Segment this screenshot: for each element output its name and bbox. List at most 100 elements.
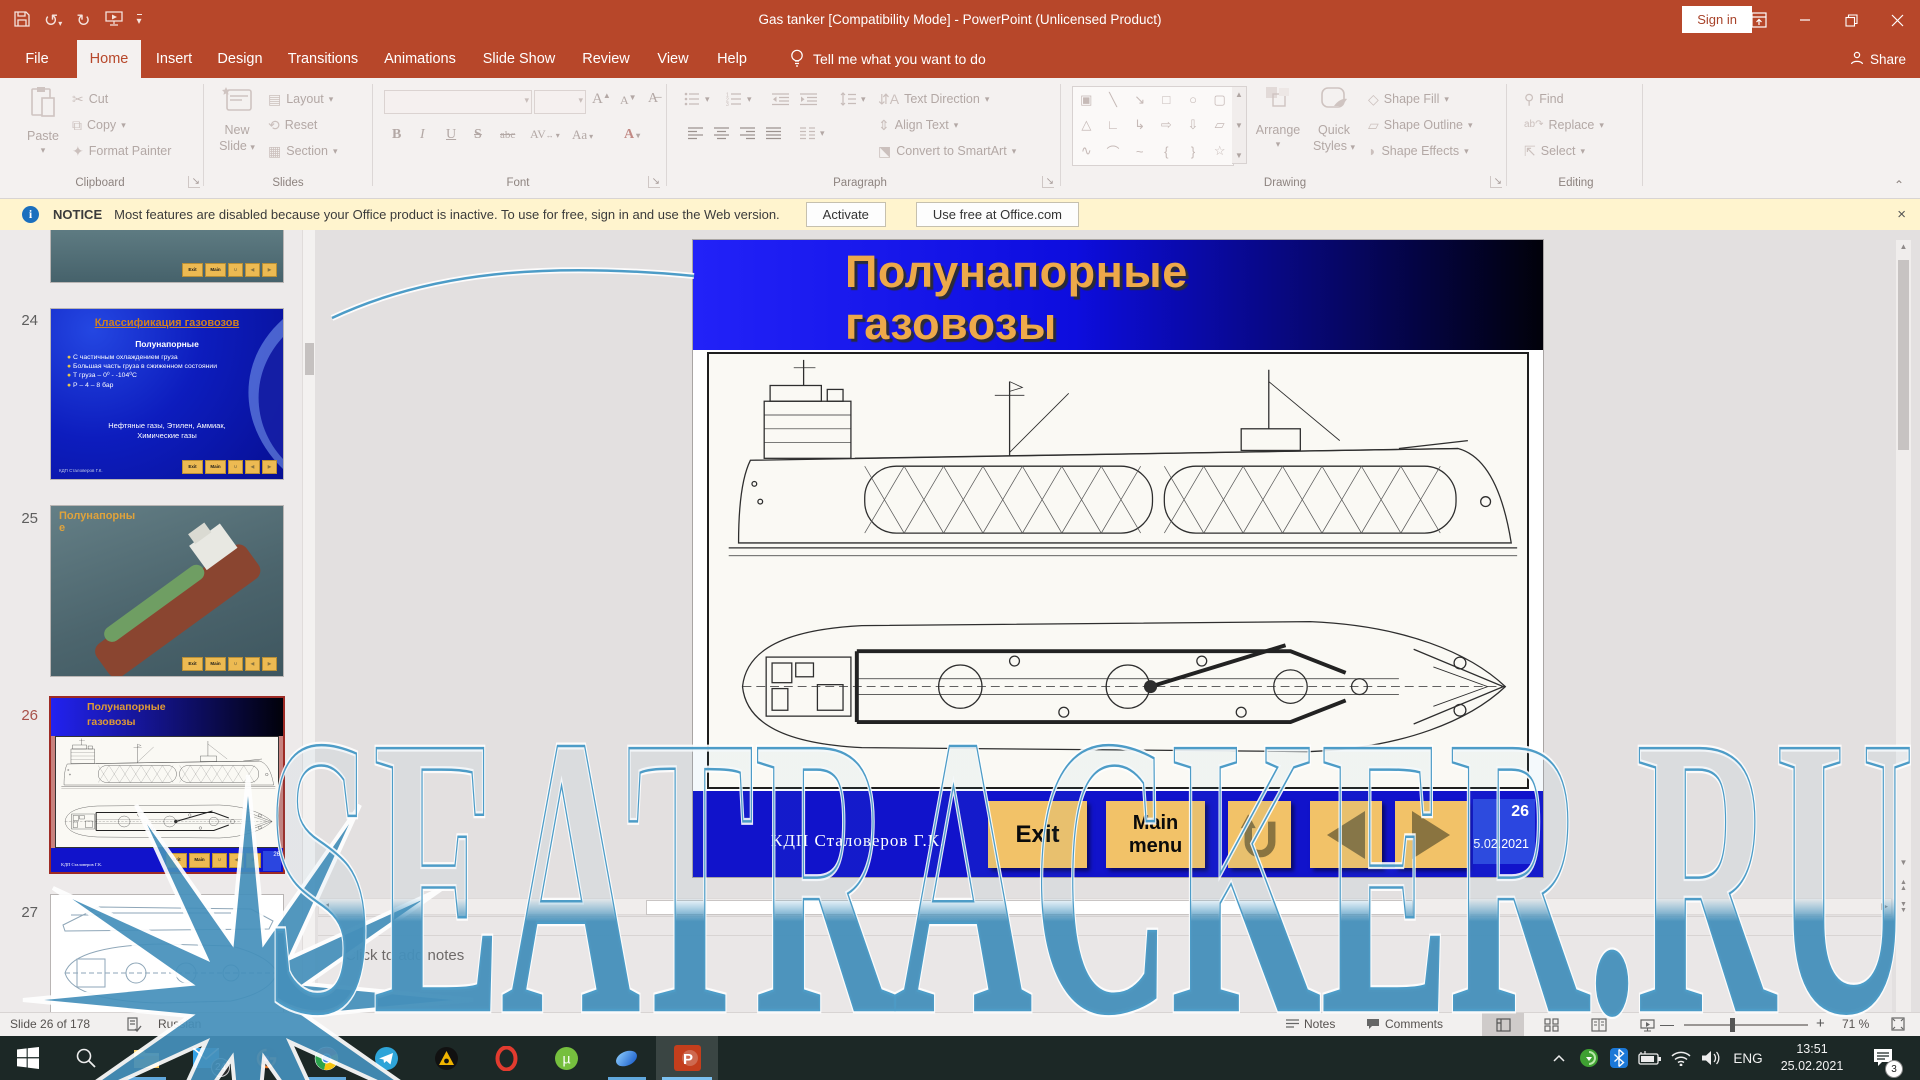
paste-button[interactable]: Paste ▾	[16, 86, 70, 156]
scroll-down-icon[interactable]: ▼	[1896, 858, 1911, 867]
format-painter-button[interactable]: ✦Format Painter	[72, 144, 171, 158]
section-button[interactable]: ▦Section▾	[268, 144, 337, 158]
undo-icon[interactable]: ↺▾	[44, 12, 62, 29]
columns-button[interactable]: ▾	[800, 127, 825, 140]
dark-browser-icon[interactable]	[238, 1036, 294, 1080]
bold-button[interactable]: B	[392, 127, 401, 143]
comments-toggle[interactable]: Comments	[1366, 1017, 1443, 1031]
activate-button[interactable]: Activate	[806, 202, 886, 227]
font-dialog-launcher[interactable]: ↘	[648, 176, 660, 188]
shape-fill-button[interactable]: ◇Shape Fill▾	[1368, 92, 1449, 106]
thumbnail-slide-25[interactable]: Полунапорные Exit Main ∪ ◀ ▶	[51, 506, 283, 676]
tab-design[interactable]: Design	[207, 40, 273, 78]
wifi-tray-icon[interactable]	[1666, 1036, 1696, 1080]
change-case-button[interactable]: Aa ▾	[572, 127, 593, 143]
language-tray-indicator[interactable]: ENG	[1728, 1036, 1768, 1080]
next-slide-button[interactable]	[1395, 801, 1467, 868]
tab-insert[interactable]: Insert	[145, 40, 203, 78]
paragraph-dialog-launcher[interactable]: ↘	[1042, 176, 1054, 188]
oval-shape-icon[interactable]: ○	[1189, 92, 1197, 107]
rectangle-shape-icon[interactable]: □	[1162, 92, 1170, 107]
quick-styles-button[interactable]: Quick Styles ▾	[1306, 86, 1362, 154]
select-button[interactable]: ⇱Select▾	[1524, 144, 1585, 158]
underline-button[interactable]: U	[446, 127, 456, 143]
zoom-slider-track[interactable]	[1684, 1024, 1808, 1026]
elbow-arrow-shape-icon[interactable]: ↳	[1134, 117, 1145, 133]
cut-button[interactable]: ✂Cut	[72, 92, 108, 106]
use-free-office-button[interactable]: Use free at Office.com	[916, 202, 1079, 227]
notes-pane[interactable]: Click to add notes	[318, 916, 1892, 1013]
zoom-out-button[interactable]: —	[1660, 1016, 1674, 1032]
reading-view-button[interactable]	[1578, 1013, 1620, 1036]
arc-shape-icon[interactable]: ⌒	[1106, 142, 1119, 161]
drawing-dialog-launcher[interactable]: ↘	[1490, 176, 1502, 188]
find-button[interactable]: ⚲Find	[1524, 92, 1564, 106]
increase-indent-button[interactable]	[800, 92, 817, 106]
left-brace-shape-icon[interactable]: {	[1164, 144, 1168, 159]
grow-font-button[interactable]: A▲	[592, 91, 611, 108]
customize-qat-icon[interactable]: ▾	[137, 14, 142, 27]
notes-toggle[interactable]: Notes	[1286, 1017, 1335, 1031]
shape-gallery-scrollbar[interactable]: ▲▼▼	[1232, 86, 1247, 164]
telegram-icon[interactable]	[358, 1036, 414, 1080]
clear-formatting-button[interactable]: A̶	[648, 91, 658, 107]
thumbnail-slide-24[interactable]: Классификация газовозов Полунапорные ● С…	[51, 309, 283, 479]
tab-home[interactable]: Home	[77, 40, 141, 78]
tab-view[interactable]: View	[645, 40, 701, 78]
line-shape-icon[interactable]: ╲	[1109, 92, 1117, 108]
next-slide-scroll-button[interactable]: ▼▼	[1896, 902, 1911, 913]
bullets-button[interactable]: ▾	[684, 92, 710, 106]
language-indicator[interactable]: Russian	[158, 1017, 201, 1031]
font-size-combo[interactable]: ▾	[534, 90, 586, 114]
tab-review[interactable]: Review	[571, 40, 641, 78]
close-button[interactable]	[1874, 0, 1920, 40]
action-center-icon[interactable]: 3	[1858, 1036, 1908, 1080]
thumbnail-panel-scrollbar[interactable]	[302, 230, 316, 1012]
clipboard-dialog-launcher[interactable]: ↘	[188, 176, 200, 188]
textbox-shape-icon[interactable]: ▣	[1080, 92, 1092, 108]
align-text-button[interactable]: ⇕Align Text▾	[878, 118, 958, 132]
scribble-shape-icon[interactable]: ∿	[1081, 143, 1092, 159]
fit-slide-to-window-button[interactable]	[1890, 1016, 1906, 1035]
arrow-shape-icon[interactable]: ↘	[1134, 92, 1145, 108]
tab-animations[interactable]: Animations	[373, 40, 467, 78]
justify-button[interactable]	[766, 127, 781, 140]
subscript-abc-button[interactable]: abc	[500, 129, 515, 141]
volume-tray-icon[interactable]	[1696, 1036, 1726, 1080]
reset-button[interactable]: ⟲Reset	[268, 118, 317, 132]
line-spacing-button[interactable]: ▾	[840, 92, 866, 106]
replace-button[interactable]: ab↷Replace▾	[1524, 118, 1604, 132]
spell-check-icon[interactable]	[126, 1016, 142, 1035]
right-brace-shape-icon[interactable]: }	[1191, 144, 1195, 159]
bluetooth-tray-icon[interactable]	[1604, 1036, 1634, 1080]
scroll-right-icon[interactable]: ▶	[1881, 899, 1888, 914]
tab-slide-show[interactable]: Slide Show	[471, 40, 567, 78]
align-center-button[interactable]	[714, 127, 729, 140]
slide-number-box[interactable]: 26 5.02.2021	[1473, 799, 1535, 864]
tab-help[interactable]: Help	[705, 40, 759, 78]
zoom-slider-thumb[interactable]	[1730, 1018, 1735, 1032]
shape-effects-button[interactable]: ◗Shape Effects▾	[1368, 144, 1469, 158]
restore-button[interactable]	[1828, 0, 1874, 40]
main-menu-button[interactable]: Mainmenu	[1106, 801, 1205, 868]
text-direction-button[interactable]: ⇵AText Direction▾	[878, 92, 989, 106]
horizontal-scrollbar-thumb[interactable]	[646, 900, 1413, 915]
align-right-button[interactable]	[740, 127, 755, 140]
shape-outline-button[interactable]: ▱Shape Outline▾	[1368, 118, 1473, 132]
opera-icon[interactable]	[478, 1036, 534, 1080]
previous-slide-button[interactable]	[1310, 801, 1382, 868]
right-arrow-shape-icon[interactable]: ⇨	[1161, 117, 1172, 133]
notice-close-icon[interactable]: ×	[1897, 206, 1906, 223]
share-button[interactable]: Share	[1850, 40, 1906, 78]
zoom-in-button[interactable]: +	[1816, 1015, 1825, 1032]
slide-canvas[interactable]: Полунапорные газовозы КДП Сталоверов Г.К…	[693, 240, 1543, 877]
font-name-combo[interactable]: ▾	[384, 90, 532, 114]
chrome-icon[interactable]	[298, 1036, 354, 1080]
horizontal-scrollbar[interactable]: ◀ ▶	[318, 898, 1892, 915]
notes-placeholder[interactable]: Click to add notes	[345, 947, 464, 964]
shrink-font-button[interactable]: A▼	[620, 93, 637, 108]
utorrent-icon[interactable]: µ	[538, 1036, 594, 1080]
minimize-button[interactable]	[1782, 0, 1828, 40]
search-button[interactable]	[58, 1036, 114, 1080]
save-icon[interactable]	[14, 11, 30, 30]
